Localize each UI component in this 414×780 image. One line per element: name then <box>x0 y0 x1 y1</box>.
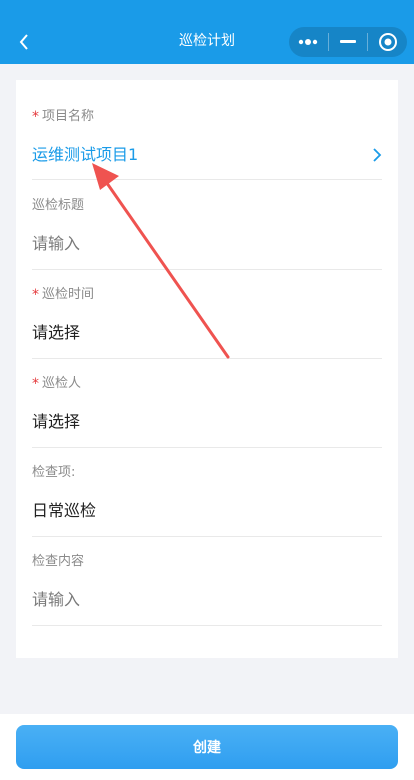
minimize-icon <box>339 40 356 43</box>
mini-program-capsule <box>289 27 407 57</box>
required-mark: * <box>32 287 39 303</box>
project-field[interactable]: * 项目名称 运维测试项目1 <box>32 108 382 166</box>
minimize-button[interactable] <box>329 27 368 57</box>
content-input[interactable]: 请输入 <box>32 589 382 611</box>
divider <box>32 447 382 448</box>
footer-bar: 创建 <box>0 714 414 780</box>
chevron-right-icon <box>373 148 382 162</box>
inspector-field[interactable]: * 巡检人 请选择 <box>32 375 382 433</box>
content-label: 检查内容 <box>32 554 85 569</box>
more-button[interactable] <box>289 27 328 57</box>
time-picker[interactable]: 请选择 <box>32 322 382 344</box>
title-label: 巡检标题 <box>32 198 85 213</box>
project-label: * 项目名称 <box>32 109 95 125</box>
title-input[interactable]: 请输入 <box>32 233 382 255</box>
create-button[interactable]: 创建 <box>16 725 398 769</box>
time-label: * 巡检时间 <box>32 287 95 303</box>
nav-bar: 巡检计划 <box>0 0 414 64</box>
more-dots-icon <box>299 39 318 45</box>
divider <box>32 536 382 537</box>
time-field[interactable]: * 巡检时间 请选择 <box>32 286 382 344</box>
inspector-picker[interactable]: 请选择 <box>32 411 382 433</box>
items-field[interactable]: 检查项: 日常巡检 <box>32 464 382 522</box>
divider <box>32 358 382 359</box>
inspector-label: * 巡检人 <box>32 376 82 392</box>
divider <box>32 179 382 180</box>
title-field[interactable]: 巡检标题 请输入 <box>32 197 382 255</box>
close-button[interactable] <box>368 27 407 57</box>
close-target-icon <box>378 33 397 51</box>
items-value[interactable]: 日常巡检 <box>32 500 382 522</box>
divider <box>32 269 382 270</box>
required-mark: * <box>32 109 39 125</box>
items-label: 检查项: <box>32 465 76 480</box>
divider <box>32 625 382 626</box>
required-mark: * <box>32 376 39 392</box>
content-field[interactable]: 检查内容 请输入 <box>32 553 382 611</box>
project-value[interactable]: 运维测试项目1 <box>32 144 382 166</box>
form-card: * 项目名称 运维测试项目1 巡检标题 请输入 * 巡检时间 请选择 * 巡检人 <box>16 80 398 658</box>
